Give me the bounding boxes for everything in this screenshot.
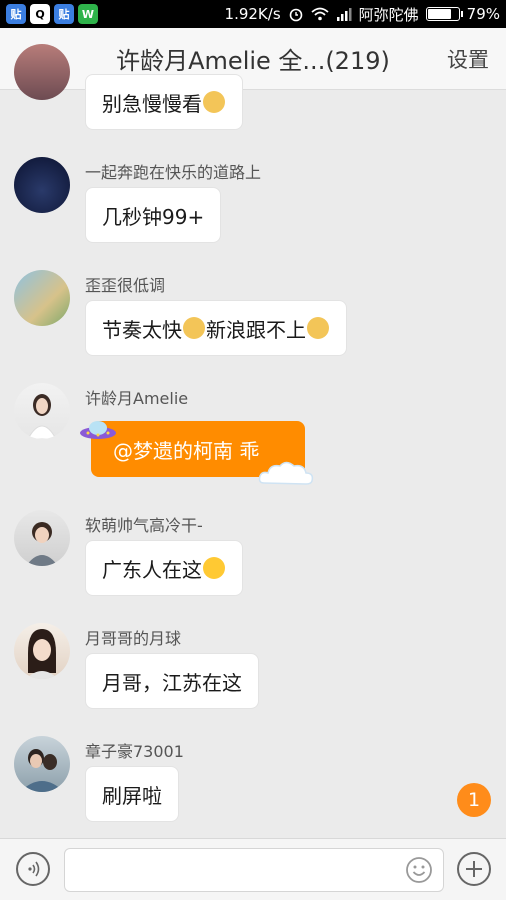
qq-icon: Q: [30, 4, 50, 24]
ufo-icon: [80, 421, 116, 439]
alarm-icon: [289, 8, 302, 22]
doge-emoji-icon: [183, 317, 205, 339]
message-text: @梦遗的柯南 乖: [113, 438, 260, 463]
tieba-icon: 贴: [54, 4, 74, 24]
message-text: 刷屏啦: [102, 783, 162, 808]
cloud-icon: [258, 461, 314, 485]
message-bubble[interactable]: 广东人在这: [85, 540, 243, 596]
status-bar: 贴 Q 贴 W 1.92K/s 阿弥陀佛 79%: [0, 0, 506, 28]
message-text: 几秒钟99+: [102, 204, 205, 229]
avatar[interactable]: [14, 510, 70, 566]
message-text: 节奏太快: [102, 317, 182, 342]
voice-icon: [28, 861, 40, 877]
wechat-icon: W: [78, 4, 98, 24]
plus-icon: [466, 861, 482, 877]
avatar[interactable]: [14, 157, 70, 213]
sender-name: 一起奔跑在快乐的道路上: [85, 163, 262, 182]
tieba-icon: 贴: [6, 4, 26, 24]
doge-emoji-icon: [307, 317, 329, 339]
message-bubble[interactable]: 几秒钟99+: [85, 187, 222, 243]
doge-emoji-icon: [203, 91, 225, 113]
message-bubble[interactable]: 别急慢慢看: [85, 74, 243, 130]
message-bubble[interactable]: 刷屏啦: [85, 766, 179, 822]
person-photo-icon: [20, 749, 64, 792]
voice-button[interactable]: [16, 852, 50, 886]
status-right: 1.92K/s 阿弥陀佛 79%: [225, 4, 500, 25]
message-input[interactable]: [64, 848, 444, 892]
title-bar: 许龄月Amelie 全...(219) 设置: [0, 28, 506, 90]
page-title: 许龄月Amelie 全...(219): [116, 47, 390, 75]
network-speed: 1.92K/s: [224, 5, 281, 23]
message-bubble[interactable]: 月哥，江苏在这: [85, 653, 259, 709]
person-photo-icon: [26, 629, 58, 679]
message-text: 别急慢慢看: [102, 91, 202, 116]
avatar[interactable]: [14, 383, 70, 439]
unread-badge[interactable]: 1: [457, 783, 491, 817]
message-text: 新浪跟不上: [206, 317, 306, 342]
sender-name: 许龄月Amelie: [85, 389, 189, 408]
message-bubble[interactable]: 节奏太快 新浪跟不上: [85, 300, 347, 356]
signal-icon: [336, 8, 352, 21]
avatar[interactable]: [14, 623, 70, 679]
settings-button[interactable]: 设置: [430, 44, 506, 74]
avatar[interactable]: [14, 270, 70, 326]
input-bar: [0, 838, 506, 900]
avatar[interactable]: [14, 44, 70, 100]
person-photo-icon: [26, 522, 58, 566]
sender-name: 软萌帅气高冷干-: [85, 516, 203, 535]
sender-name: 月哥哥的月球: [85, 629, 182, 648]
more-button[interactable]: [457, 852, 491, 886]
person-photo-icon: [27, 394, 57, 439]
sender-name: 歪歪很低调: [85, 276, 166, 295]
battery-percent: 79%: [466, 5, 500, 23]
message-text: 月哥，江苏在这: [102, 670, 242, 695]
emoji-button[interactable]: [405, 856, 433, 884]
notification-icons: 贴 Q 贴 W: [6, 4, 98, 24]
battery-icon: [425, 7, 463, 21]
carrier-name: 阿弥陀佛: [358, 5, 419, 24]
wifi-icon: [311, 7, 329, 21]
laugh-cry-emoji-icon: [203, 557, 225, 579]
smiley-icon: [406, 857, 432, 883]
sender-name: 章子豪73001: [85, 742, 184, 761]
message-text: 广东人在这: [102, 557, 202, 582]
avatar[interactable]: [14, 736, 70, 792]
